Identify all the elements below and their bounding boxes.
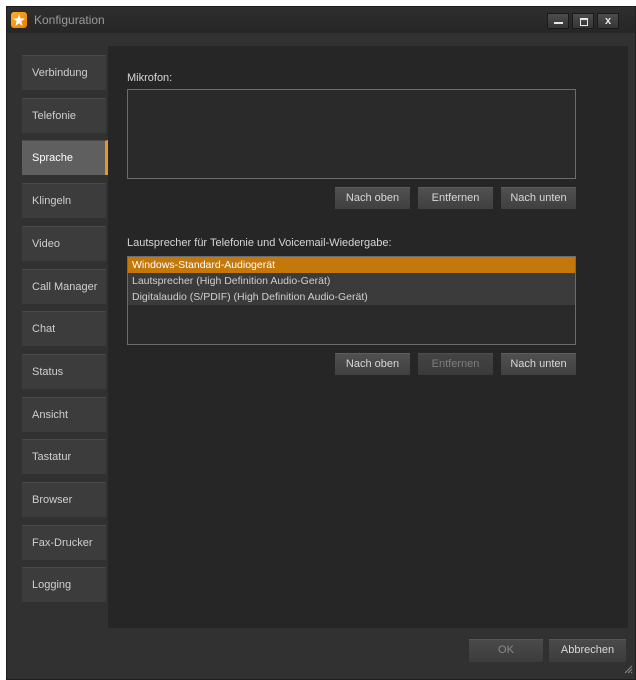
list-item[interactable]: Lautsprecher (High Definition Audio-Gerä… xyxy=(128,273,575,289)
speaker-label: Lautsprecher für Telefonie und Voicemail… xyxy=(127,237,392,249)
sidebar-item-verbindung[interactable]: Verbindung xyxy=(22,55,106,90)
minimize-button[interactable] xyxy=(547,13,569,29)
sidebar-item-tastatur[interactable]: Tastatur xyxy=(22,439,106,475)
cancel-button[interactable]: Abbrechen xyxy=(549,639,626,662)
mic-remove-button[interactable]: Entfernen xyxy=(418,187,493,209)
sidebar-item-klingeln[interactable]: Klingeln xyxy=(22,183,106,219)
maximize-icon xyxy=(580,18,588,26)
resize-grip-icon[interactable] xyxy=(623,664,633,677)
close-icon: x xyxy=(604,15,612,27)
speaker-move-down-button[interactable]: Nach unten xyxy=(501,353,576,375)
microphone-list[interactable] xyxy=(127,89,576,179)
list-item[interactable]: Windows-Standard-Audiogerät xyxy=(128,257,575,273)
sidebar-item-browser[interactable]: Browser xyxy=(22,482,106,517)
microphone-label: Mikrofon: xyxy=(127,72,173,84)
sidebar-item-fax-drucker[interactable]: Fax-Drucker xyxy=(22,524,106,560)
sidebar-item-call-manager[interactable]: Call Manager xyxy=(22,268,106,304)
speaker-rows: Windows-Standard-Audiogerät Lautsprecher … xyxy=(128,257,575,305)
config-window: Konfiguration x Mikrofon: Nach oben Entf… xyxy=(6,6,636,680)
sidebar-item-video[interactable]: Video xyxy=(22,225,106,261)
mic-move-up-button[interactable]: Nach oben xyxy=(335,187,410,209)
speaker-list[interactable]: Windows-Standard-Audiogerät Lautsprecher … xyxy=(127,256,576,345)
ok-button[interactable]: OK xyxy=(469,639,543,662)
sidebar-item-logging[interactable]: Logging xyxy=(22,567,106,603)
list-item[interactable]: Digitalaudio (S/PDIF) (High Definition A… xyxy=(128,289,575,305)
speaker-remove-button[interactable]: Entfernen xyxy=(418,353,493,375)
sidebar-item-sprache[interactable]: Sprache xyxy=(22,140,108,176)
mic-move-down-button[interactable]: Nach unten xyxy=(501,187,576,209)
app-logo-icon xyxy=(11,12,27,28)
maximize-button[interactable] xyxy=(572,13,594,29)
minimize-icon xyxy=(554,22,563,24)
speaker-move-up-button[interactable]: Nach oben xyxy=(335,353,410,375)
sidebar-item-ansicht[interactable]: Ansicht xyxy=(22,396,106,432)
sidebar-item-telefonie[interactable]: Telefonie xyxy=(22,97,106,133)
sidebar-item-status[interactable]: Status xyxy=(22,353,106,389)
close-button[interactable]: x xyxy=(597,13,619,29)
window-title: Konfiguration xyxy=(34,13,105,27)
sidebar-item-chat[interactable]: Chat xyxy=(22,311,106,347)
title-bar[interactable]: Konfiguration x xyxy=(7,7,635,33)
